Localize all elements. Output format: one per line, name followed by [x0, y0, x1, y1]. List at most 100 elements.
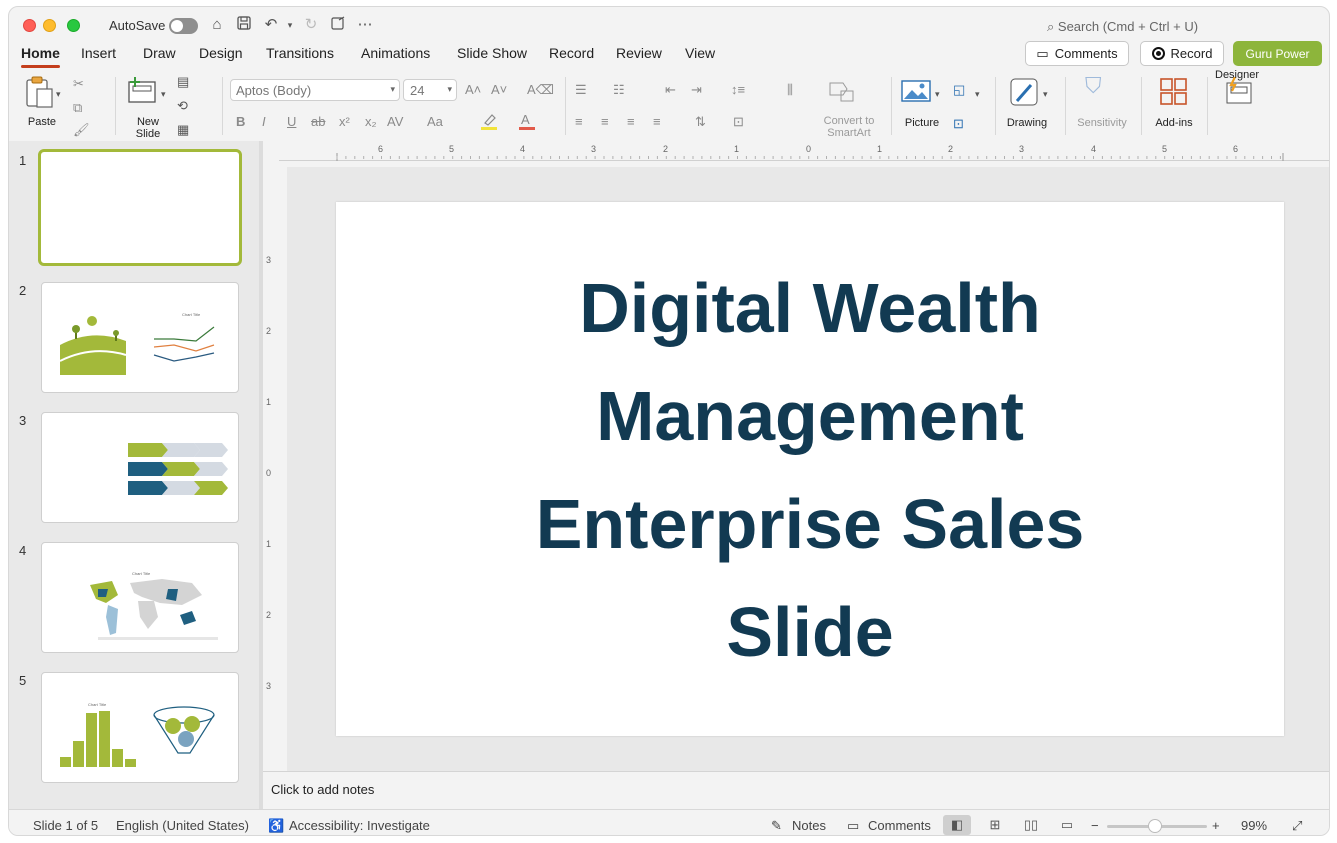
slide-thumbnail-4[interactable]: Chart Title	[41, 542, 239, 653]
text-direction-icon[interactable]: ⇅	[695, 113, 706, 131]
section-icon[interactable]: ▦	[177, 121, 189, 139]
format-painter-icon[interactable]: 🖌	[73, 121, 90, 139]
slide-sorter-view-button[interactable]: ⊞	[981, 815, 1009, 835]
undo-icon[interactable]: ↶	[261, 15, 281, 35]
ruler-tick-label: 1	[266, 539, 272, 549]
align-left-icon[interactable]: ≡	[575, 113, 583, 131]
reading-view-button[interactable]: ▯▯	[1017, 815, 1045, 835]
drawing-dropdown-icon[interactable]: ▾	[1043, 85, 1048, 103]
paste-icon[interactable]	[23, 75, 57, 109]
tab-draw[interactable]: Draw	[143, 45, 176, 61]
slide-thumbnail-5[interactable]: Chart Title	[41, 672, 239, 783]
accessibility-icon[interactable]: ♿	[268, 818, 284, 834]
fit-to-window-icon[interactable]: ⤢	[1292, 818, 1302, 834]
normal-view-button[interactable]: ◧	[943, 815, 971, 835]
font-color-icon[interactable]: A	[517, 111, 537, 136]
maximize-window-button[interactable]	[67, 19, 80, 32]
change-case-icon[interactable]: Aa	[427, 113, 443, 131]
drawing-icon[interactable]	[1009, 77, 1041, 112]
designer-icon[interactable]	[1223, 76, 1255, 112]
comments-icon[interactable]: ▭	[847, 818, 859, 834]
redo-icon[interactable]: ↻	[301, 15, 321, 35]
sensitivity-icon[interactable]: ⛉	[1085, 75, 1102, 97]
zoom-in-button[interactable]: +	[1212, 818, 1220, 833]
text-box-icon[interactable]: ⊡	[953, 115, 964, 133]
align-text-icon[interactable]: ⊡	[733, 113, 744, 131]
decrease-indent-icon[interactable]: ⇤	[665, 81, 676, 99]
tab-home[interactable]: Home	[21, 45, 60, 68]
tab-slide-show[interactable]: Slide Show	[457, 45, 527, 61]
tab-review[interactable]: Review	[616, 45, 662, 61]
decrease-font-size-icon[interactable]: A˅	[491, 81, 507, 99]
numbering-icon[interactable]: ☷	[613, 81, 625, 99]
shapes-icon[interactable]: ◱	[953, 81, 965, 99]
justify-icon[interactable]: ≡	[653, 113, 661, 131]
shapes-dropdown-icon[interactable]: ▾	[975, 85, 980, 103]
new-slide-dropdown-icon[interactable]: ▾	[161, 85, 166, 103]
search-field[interactable]: ⌕ Search (Cmd + Ctrl + U)	[1047, 19, 1198, 35]
autosave-toggle[interactable]	[169, 18, 198, 34]
columns-icon[interactable]: ⫼	[787, 81, 793, 99]
record-button[interactable]: Record	[1140, 41, 1224, 66]
zoom-out-button[interactable]: −	[1091, 818, 1099, 833]
notes-toggle[interactable]: Notes	[792, 818, 826, 833]
close-window-button[interactable]	[23, 19, 36, 32]
slide-thumbnail-3[interactable]	[41, 412, 239, 523]
slide-thumbnail-2[interactable]: Chart Title	[41, 282, 239, 393]
add-ins-label: Add-ins	[1155, 117, 1193, 129]
reset-slide-icon[interactable]: ⟲	[177, 97, 188, 115]
zoom-level[interactable]: 99%	[1241, 818, 1267, 833]
font-name-select[interactable]: Aptos (Body) ▾	[230, 79, 400, 101]
copy-icon[interactable]: ⧉	[73, 99, 82, 117]
slide-title[interactable]: Digital Wealth Management Enterprise Sal…	[336, 254, 1284, 686]
highlight-icon[interactable]	[479, 111, 501, 136]
align-right-icon[interactable]: ≡	[627, 113, 635, 131]
pane-splitter[interactable]	[259, 141, 263, 809]
save-icon[interactable]	[234, 15, 254, 35]
clear-formatting-icon[interactable]: A⌫	[527, 81, 554, 99]
language-indicator[interactable]: English (United States)	[116, 818, 249, 833]
undo-dropdown-icon[interactable]: ▾	[280, 15, 300, 35]
align-center-icon[interactable]: ≡	[601, 113, 609, 131]
comments-toggle[interactable]: Comments	[868, 818, 931, 833]
home-icon[interactable]: ⌂	[207, 15, 227, 35]
add-ins-icon[interactable]	[1159, 77, 1189, 112]
character-spacing-icon[interactable]: AV	[387, 113, 403, 131]
superscript-icon[interactable]: x²	[339, 113, 350, 131]
line-spacing-icon[interactable]: ↕≡	[731, 81, 745, 99]
presenter-view-button[interactable]: ▭	[1053, 815, 1081, 835]
underline-icon[interactable]: U	[287, 113, 296, 131]
picture-dropdown-icon[interactable]: ▾	[935, 85, 940, 103]
cut-icon[interactable]: ✂	[73, 75, 84, 93]
more-icon[interactable]: ⋯	[355, 15, 375, 35]
notes-pane[interactable]: Click to add notes	[263, 771, 1329, 809]
italic-icon[interactable]: I	[262, 113, 266, 131]
guru-power-button[interactable]: Guru Power	[1233, 41, 1322, 66]
comments-button[interactable]: ▭ Comments	[1025, 41, 1129, 66]
font-size-select[interactable]: 24 ▾	[403, 79, 457, 101]
notes-icon[interactable]: ✎	[771, 818, 782, 834]
layout-icon[interactable]: ▤	[177, 73, 189, 91]
tab-view[interactable]: View	[685, 45, 715, 61]
subscript-icon[interactable]: x₂	[365, 113, 377, 131]
tab-design[interactable]: Design	[199, 45, 243, 61]
smartart-icon[interactable]	[827, 79, 857, 108]
bold-icon[interactable]: B	[236, 113, 245, 131]
picture-icon[interactable]	[901, 79, 931, 108]
tab-animations[interactable]: Animations	[361, 45, 430, 61]
increase-font-size-icon[interactable]: A˄	[465, 81, 481, 99]
zoom-slider-handle[interactable]	[1148, 819, 1162, 833]
slide-thumbnail-1[interactable]	[38, 149, 242, 266]
paste-dropdown-icon[interactable]: ▾	[56, 85, 61, 103]
bullets-icon[interactable]: ☰	[575, 81, 587, 99]
tab-insert[interactable]: Insert	[81, 45, 116, 61]
tab-record[interactable]: Record	[549, 45, 594, 61]
new-slide-icon[interactable]	[127, 75, 159, 109]
current-slide[interactable]: Digital Wealth Management Enterprise Sal…	[336, 202, 1284, 736]
increase-indent-icon[interactable]: ⇥	[691, 81, 702, 99]
strikethrough-icon[interactable]: ab	[311, 113, 325, 131]
customize-icon[interactable]	[328, 15, 348, 35]
tab-transitions[interactable]: Transitions	[266, 45, 334, 61]
accessibility-status[interactable]: Accessibility: Investigate	[289, 818, 430, 833]
minimize-window-button[interactable]	[43, 19, 56, 32]
